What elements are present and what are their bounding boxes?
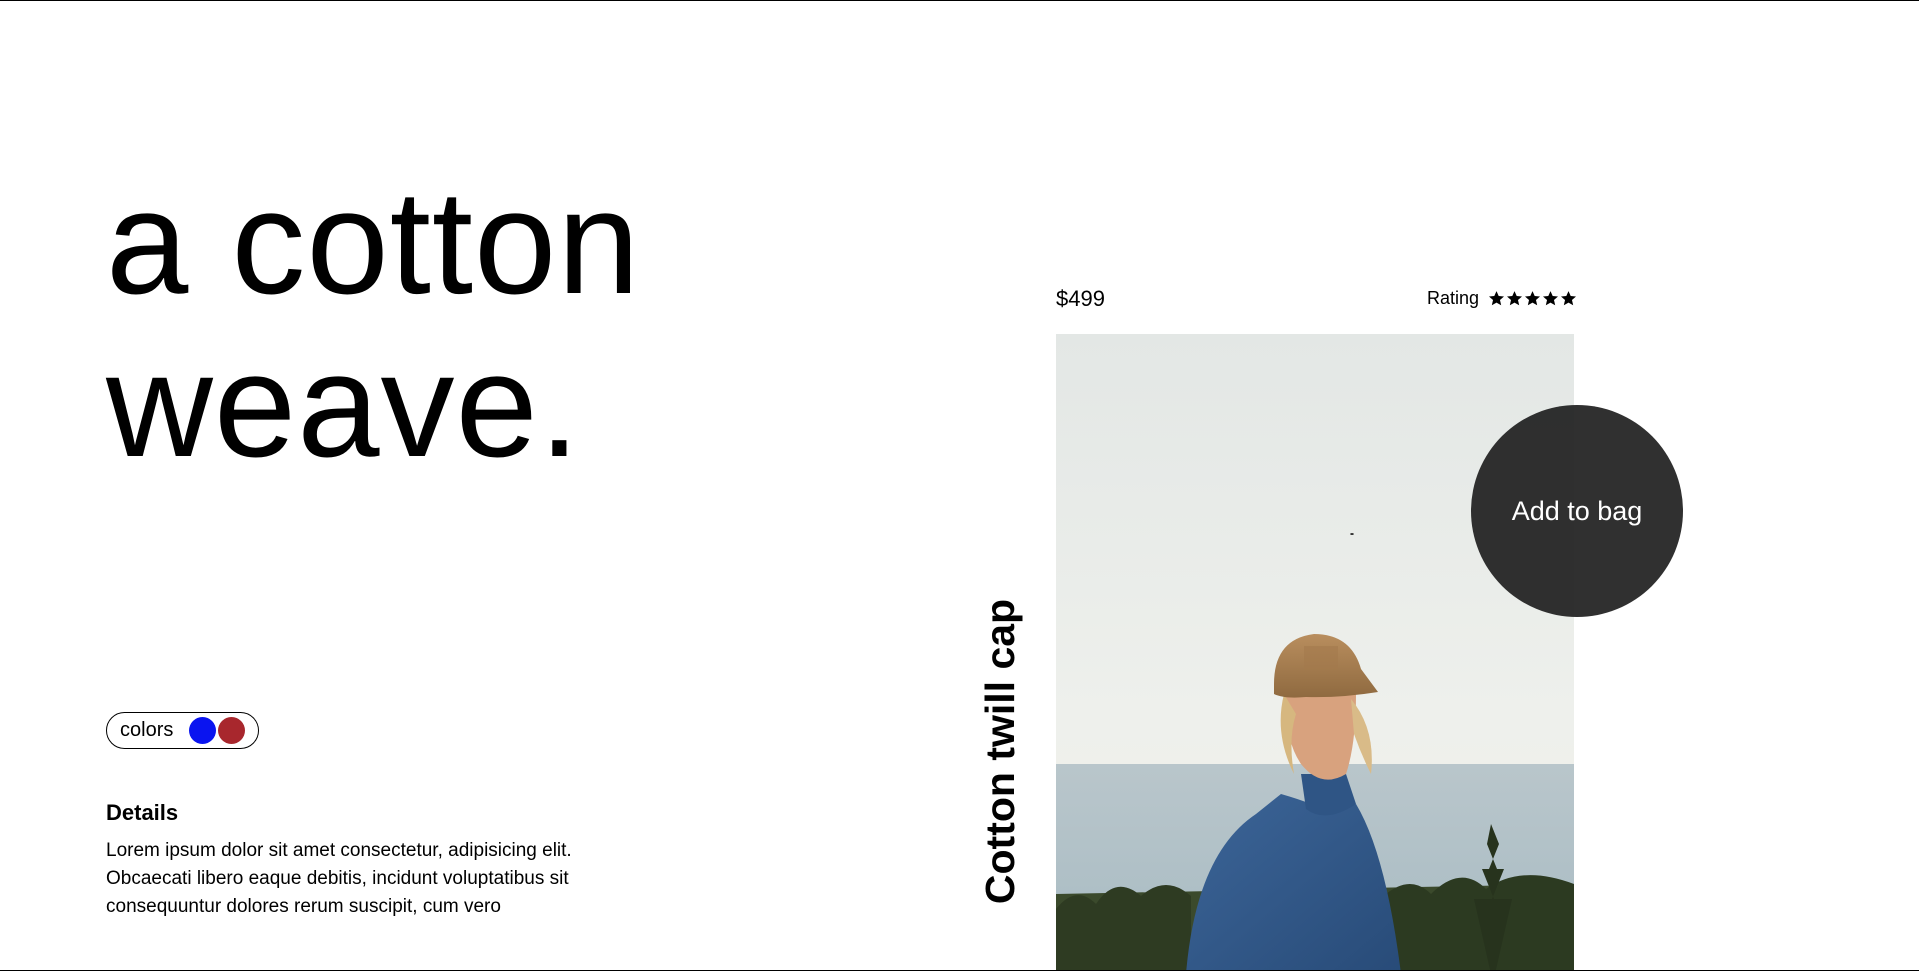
headline-line-2: weave.	[106, 323, 581, 488]
details-heading: Details	[106, 800, 179, 825]
product-rating: Rating	[1427, 288, 1577, 309]
color-selector: colors	[106, 712, 260, 749]
product-photo	[1056, 334, 1574, 970]
star-icon	[1543, 291, 1559, 306]
product-page: a cotton weave. colors Details Lorem ips…	[0, 0, 1919, 971]
color-swatch-red[interactable]	[218, 717, 246, 744]
star-icon	[1507, 291, 1523, 306]
product-name-vertical: Cotton twill cap	[975, 598, 1027, 904]
star-icon	[1489, 291, 1505, 306]
product-price: $499	[1056, 286, 1105, 311]
rating-label: Rating	[1427, 288, 1480, 308]
star-icon	[1561, 291, 1577, 306]
product-photo-illustration	[1056, 334, 1574, 970]
hero-headline: a cotton weave.	[106, 161, 641, 487]
star-icon	[1525, 291, 1541, 306]
add-to-bag-button[interactable]: Add to bag	[1471, 405, 1683, 617]
headline-line-1: a cotton	[106, 160, 641, 325]
product-name: Cotton twill cap	[977, 598, 1024, 904]
details-description: Lorem ipsum dolor sit amet consectetur, …	[106, 840, 572, 917]
rating-stars	[1487, 290, 1577, 307]
color-swatch-blue[interactable]	[189, 717, 217, 744]
colors-label: colors	[120, 719, 174, 741]
